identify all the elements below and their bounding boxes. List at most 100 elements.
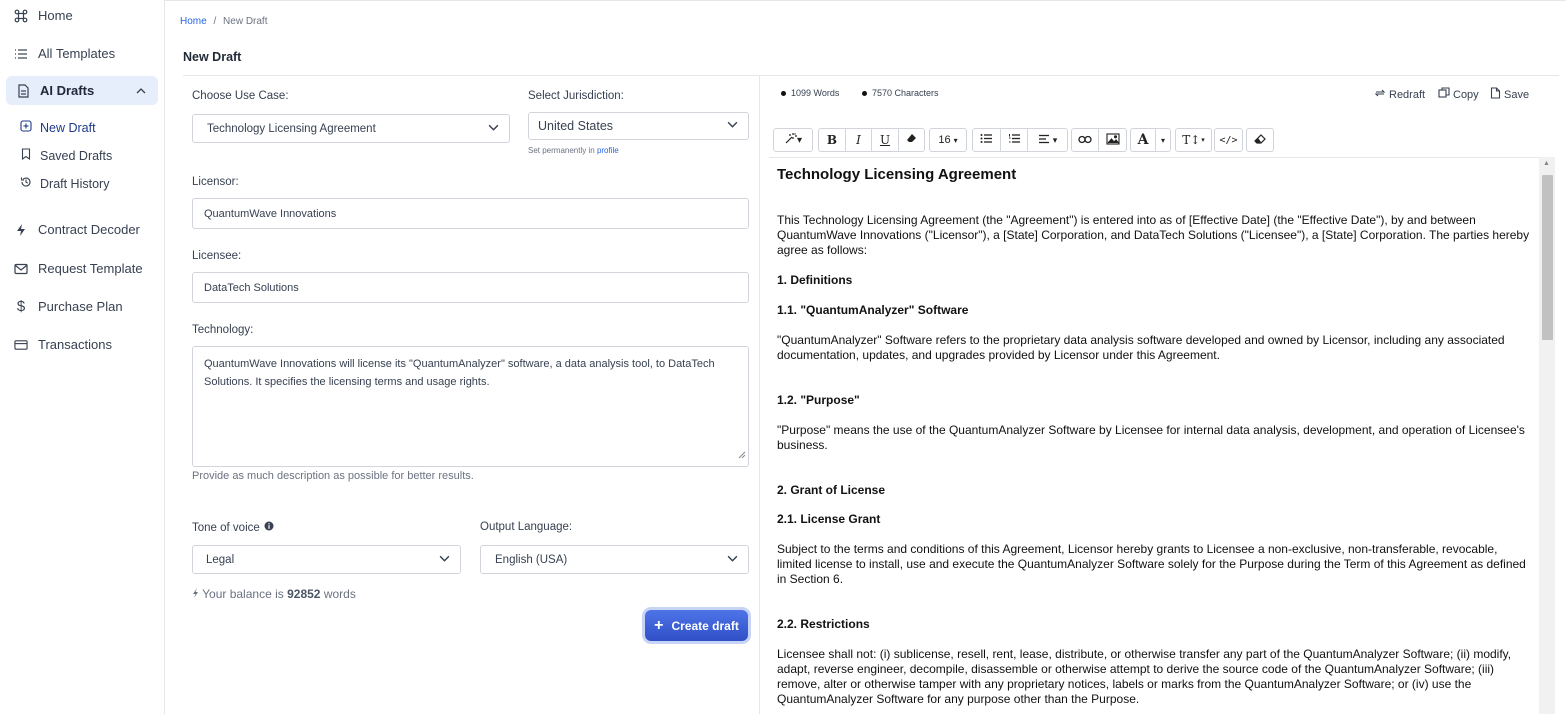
sidebar-item-label: AI Drafts	[40, 83, 95, 98]
lightning-icon	[14, 223, 28, 237]
document-editor[interactable]: Technology Licensing Agreement This Tech…	[769, 157, 1539, 714]
use-case-label: Choose Use Case:	[192, 90, 289, 102]
section-paragraph: "QuantumAnalyzer" Software refers to the…	[777, 333, 1505, 362]
ordered-list-icon	[1008, 133, 1021, 147]
sidebar-item-contract-decoder[interactable]: Contract Decoder	[14, 222, 140, 237]
image-button[interactable]	[1099, 129, 1126, 151]
font-size-select[interactable]: 16 ▾	[930, 129, 966, 151]
bullet-icon	[781, 90, 786, 96]
balance-info: Your balance is 92852 words	[192, 587, 356, 601]
chevron-up-icon[interactable]	[136, 84, 146, 99]
tone-value: Legal	[206, 553, 235, 566]
font-size-group: 16 ▾	[929, 128, 967, 152]
align-left-icon	[1038, 134, 1050, 146]
resize-handle-icon[interactable]	[738, 447, 746, 465]
bullet-icon	[862, 90, 867, 96]
header-divider	[183, 75, 1559, 76]
breadcrumb: Home / New Draft	[180, 16, 267, 27]
copy-button[interactable]: Copy	[1438, 87, 1479, 102]
list-tool-group: ▾	[972, 128, 1068, 152]
list-icon	[14, 47, 28, 61]
licensor-input[interactable]: QuantumWave Innovations	[192, 198, 749, 229]
sidebar-item-all-templates[interactable]: All Templates	[14, 46, 115, 61]
eraser-tool-group	[1246, 128, 1274, 152]
dropdown-caret-icon: ▾	[1160, 135, 1165, 145]
text-size-button[interactable]: T↕ ▾	[1176, 129, 1211, 151]
redraft-label: Redraft	[1389, 88, 1426, 101]
sidebar-item-label: Transactions	[38, 337, 112, 352]
bookmark-icon	[20, 148, 32, 163]
top-border	[165, 0, 1566, 1]
document-icon	[16, 83, 30, 98]
code-view-button[interactable]: </>	[1215, 129, 1242, 151]
language-select[interactable]: English (USA)	[480, 545, 749, 574]
section-heading: 2.1. License Grant	[777, 512, 881, 526]
text-color-dropdown[interactable]: ▾	[1156, 129, 1170, 151]
dollar-icon: $	[16, 298, 26, 315]
card-icon	[14, 338, 28, 352]
clear-all-button[interactable]	[1247, 129, 1273, 151]
language-label: Output Language:	[480, 521, 573, 533]
section-heading: 2.2. Restrictions	[777, 617, 870, 631]
licensee-label: Licensee:	[192, 250, 242, 262]
bold-button[interactable]: B	[819, 129, 846, 151]
jurisdiction-label: Select Jurisdiction:	[528, 90, 624, 102]
align-select[interactable]: ▾	[1028, 129, 1067, 151]
ordered-list-button[interactable]	[1001, 129, 1028, 151]
eraser-icon	[906, 133, 917, 147]
tone-select[interactable]: Legal	[192, 545, 461, 574]
scrollbar-thumb[interactable]	[1542, 175, 1553, 340]
info-icon[interactable]	[264, 521, 274, 534]
sidebar-item-transactions[interactable]: Transactions	[14, 337, 112, 352]
profile-link[interactable]: profile	[597, 146, 619, 155]
link-button[interactable]	[1072, 129, 1099, 151]
insert-tool-group	[1071, 128, 1127, 152]
jurisdiction-select[interactable]: United States	[528, 112, 749, 140]
underline-button[interactable]: U	[872, 129, 899, 151]
bullet-list-button[interactable]	[973, 129, 1001, 151]
scroll-up-icon[interactable]: ▲	[1543, 160, 1550, 167]
save-button[interactable]: Save	[1490, 87, 1529, 102]
clear-format-button[interactable]	[899, 129, 924, 151]
format-tool-group: B I U	[818, 128, 925, 152]
sidebar-item-label: Request Template	[38, 261, 143, 276]
jurisdiction-hint: Set permanently in profile	[528, 146, 619, 155]
file-icon	[1490, 87, 1501, 102]
refresh-icon	[1374, 87, 1386, 102]
command-icon	[14, 9, 28, 23]
italic-button[interactable]: I	[846, 129, 872, 151]
dropdown-caret-icon: ▾	[796, 134, 803, 146]
create-draft-button[interactable]: + Create draft	[645, 610, 748, 641]
sidebar-item-ai-drafts[interactable]: AI Drafts	[16, 83, 94, 98]
breadcrumb-separator: /	[213, 16, 217, 27]
breadcrumb-current: New Draft	[223, 16, 268, 27]
sidebar-item-purchase-plan[interactable]: $ Purchase Plan	[14, 298, 123, 315]
redraft-button[interactable]: Redraft	[1374, 87, 1425, 102]
sidebar-subitem-label: New Draft	[40, 120, 96, 135]
licensee-input[interactable]: DataTech Solutions	[192, 272, 749, 303]
use-case-select[interactable]: Technology Licensing Agreement	[192, 114, 510, 143]
sidebar-subitem-label: Draft History	[40, 176, 110, 191]
magic-wand-button[interactable]: ▾	[774, 129, 812, 151]
history-icon	[20, 176, 32, 191]
sidebar-item-home[interactable]: Home	[14, 8, 73, 23]
text-color-button[interactable]: A	[1131, 129, 1156, 151]
mail-icon	[14, 262, 28, 276]
breadcrumb-home-link[interactable]: Home	[180, 16, 207, 27]
technology-value: QuantumWave Innovations will license its…	[204, 358, 715, 388]
sidebar-subitem-draft-history[interactable]: Draft History	[20, 176, 109, 191]
sidebar-item-request-template[interactable]: Request Template	[14, 261, 143, 276]
sidebar-subitem-new-draft[interactable]: New Draft	[20, 120, 96, 135]
sidebar-subitem-saved-drafts[interactable]: Saved Drafts	[20, 148, 112, 163]
bullet-list-icon	[980, 133, 993, 147]
plus-square-icon	[20, 120, 32, 135]
technology-textarea[interactable]: QuantumWave Innovations will license its…	[192, 346, 749, 467]
jurisdiction-hint-text: Set permanently in	[528, 146, 595, 155]
dropdown-caret-icon: ▾	[1201, 136, 1205, 144]
chevron-down-icon	[727, 553, 738, 567]
document-intro: This Technology Licensing Agreement (the…	[777, 213, 1530, 257]
licensee-value: DataTech Solutions	[204, 281, 299, 294]
magic-tool-group: ▾	[773, 128, 813, 152]
tone-label: Tone of voice	[192, 521, 260, 534]
sidebar-subitem-label: Saved Drafts	[40, 148, 113, 163]
